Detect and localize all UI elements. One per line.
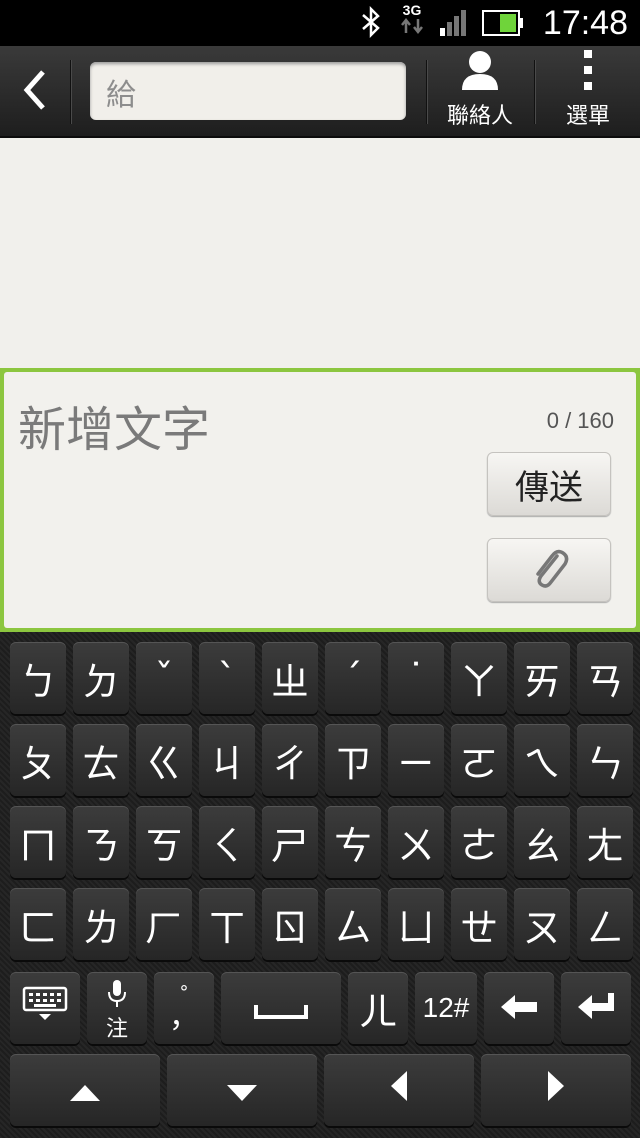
menu-label: 選單 [565, 104, 610, 129]
key[interactable]: ㄛ [451, 724, 507, 796]
network-label: 3G [402, 2, 422, 18]
key[interactable]: ˇ [136, 642, 192, 714]
numbers-symbols-key[interactable]: 12# [415, 972, 477, 1044]
battery-icon [482, 10, 524, 40]
char-counter: 0 / 160 [546, 408, 614, 433]
keyboard-icon [22, 986, 68, 1031]
enter-key[interactable] [561, 972, 631, 1044]
arrow-left-icon [389, 1068, 409, 1112]
contacts-label: 聯絡人 [446, 104, 513, 129]
space-icon [253, 986, 309, 1030]
compose-box: 新增文字 0 / 160 傳送 [4, 372, 636, 628]
network-3g-icon: 3G [400, 3, 424, 37]
key[interactable]: ㄉ [73, 642, 129, 714]
keyboard-switch-button[interactable] [10, 972, 80, 1044]
message-thread [0, 138, 640, 368]
person-icon [460, 48, 500, 98]
backspace-key[interactable] [484, 972, 554, 1044]
paperclip-icon [527, 546, 571, 594]
key[interactable]: ㄨ [388, 806, 444, 878]
zhuyin-keyboard: ㄅ ㄉ ˇ ˋ ㄓ ˊ ˙ ㄚ ㄞ ㄢ ㄆ ㄊ ㄍ ㄐ ㄔ ㄗ ㄧ ㄛ ㄟ ㄣ … [0, 632, 640, 1138]
signal-icon [440, 8, 472, 40]
key[interactable]: ㄦ [348, 972, 408, 1044]
key[interactable]: ㄒ [199, 888, 255, 960]
key[interactable]: ㄗ [325, 724, 381, 796]
key[interactable]: ㄋ [73, 806, 129, 878]
divider [426, 60, 427, 124]
key[interactable]: ㄘ [325, 806, 381, 878]
compose-panel: 新增文字 0 / 160 傳送 [0, 368, 640, 632]
attach-button[interactable] [487, 538, 611, 602]
key[interactable]: ㄆ [10, 724, 66, 796]
key[interactable]: ㄙ [325, 888, 381, 960]
overflow-menu-icon [582, 48, 594, 98]
key[interactable]: ㄚ [451, 642, 507, 714]
key[interactable]: ㄖ [262, 888, 318, 960]
key[interactable]: ㄝ [451, 888, 507, 960]
clock: 17:48 [542, 4, 628, 42]
input-mode-label: 注 [105, 1017, 128, 1042]
divider [70, 60, 71, 124]
key[interactable]: ㄓ [262, 642, 318, 714]
status-bar: 3G 17:48 [0, 0, 640, 46]
punctuation-key[interactable]: ° ， [154, 972, 214, 1044]
key[interactable]: ㄢ [577, 642, 633, 714]
key[interactable]: ㄟ [514, 724, 570, 796]
key[interactable]: ㄔ [262, 724, 318, 796]
cursor-up-key[interactable] [10, 1054, 160, 1126]
key[interactable]: ㄇ [10, 806, 66, 878]
key[interactable]: ㄅ [10, 642, 66, 714]
key[interactable]: ㄣ [577, 724, 633, 796]
key[interactable]: ㄩ [388, 888, 444, 960]
arrow-right-icon [546, 1068, 566, 1112]
arrow-down-icon [225, 1068, 259, 1112]
recipient-input[interactable]: 給 [90, 62, 406, 120]
key[interactable]: ㄑ [199, 806, 255, 878]
back-button[interactable] [0, 46, 70, 138]
divider [534, 60, 535, 124]
contacts-button[interactable]: 聯絡人 [428, 46, 532, 138]
key[interactable]: ㄌ [73, 888, 129, 960]
bluetooth-icon [360, 5, 382, 42]
space-key[interactable] [221, 972, 341, 1044]
key[interactable]: ㄥ [577, 888, 633, 960]
arrow-up-icon [68, 1068, 102, 1112]
key[interactable]: ˋ [199, 642, 255, 714]
key[interactable]: ˙ [388, 642, 444, 714]
key[interactable]: ㄤ [577, 806, 633, 878]
enter-icon [576, 986, 616, 1030]
key[interactable]: ㄕ [262, 806, 318, 878]
key[interactable]: ˊ [325, 642, 381, 714]
key[interactable]: ㄊ [73, 724, 129, 796]
voice-input-button[interactable]: 注 [87, 972, 147, 1044]
back-chevron-icon [21, 68, 49, 116]
key[interactable]: ㄡ [514, 888, 570, 960]
cursor-right-key[interactable] [481, 1054, 631, 1126]
microphone-icon [107, 974, 127, 1018]
cursor-down-key[interactable] [167, 1054, 317, 1126]
key[interactable]: ㄏ [136, 888, 192, 960]
key[interactable]: ㄧ [388, 724, 444, 796]
key[interactable]: ㄍ [136, 724, 192, 796]
cursor-left-key[interactable] [324, 1054, 474, 1126]
menu-button[interactable]: 選單 [536, 46, 640, 138]
key[interactable]: ㄈ [10, 888, 66, 960]
key[interactable]: ㄠ [514, 806, 570, 878]
backspace-arrow-icon [499, 986, 539, 1030]
key[interactable]: ㄐ [199, 724, 255, 796]
send-button[interactable]: 傳送 [487, 452, 611, 516]
key[interactable]: ㄞ [514, 642, 570, 714]
punct-primary: ， [169, 1000, 199, 1035]
key[interactable]: ㄎ [136, 806, 192, 878]
message-input[interactable]: 新增文字 [18, 390, 210, 460]
key[interactable]: ㄜ [451, 806, 507, 878]
action-bar: 給 聯絡人 選單 [0, 46, 640, 138]
